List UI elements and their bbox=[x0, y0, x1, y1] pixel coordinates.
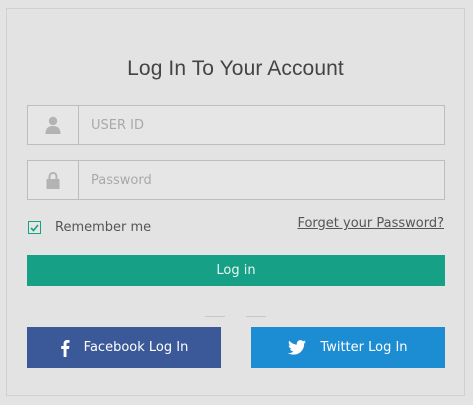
user-id-input[interactable] bbox=[79, 106, 444, 144]
user-icon bbox=[28, 106, 79, 144]
check-icon bbox=[30, 223, 39, 232]
login-button[interactable]: Log in bbox=[27, 255, 445, 286]
login-card: Log In To Your Account Remember me Forge… bbox=[6, 8, 465, 396]
facebook-login-label: Facebook Log In bbox=[83, 340, 189, 355]
facebook-login-button[interactable]: Facebook Log In bbox=[27, 327, 221, 368]
facebook-icon bbox=[60, 339, 70, 357]
remember-label: Remember me bbox=[55, 220, 152, 235]
lock-icon bbox=[28, 161, 79, 199]
remember-me: Remember me bbox=[28, 220, 151, 235]
page-title: Log In To Your Account bbox=[127, 57, 344, 80]
twitter-icon bbox=[288, 340, 307, 355]
password-field bbox=[27, 160, 445, 200]
user-id-field bbox=[27, 105, 445, 145]
twitter-login-button[interactable]: Twitter Log In bbox=[251, 327, 445, 368]
divider-left bbox=[205, 316, 225, 317]
remember-checkbox[interactable] bbox=[28, 221, 41, 234]
password-input[interactable] bbox=[79, 161, 444, 199]
twitter-login-label: Twitter Log In bbox=[320, 340, 408, 355]
forgot-password-link[interactable]: Forget your Password? bbox=[297, 216, 444, 231]
divider-right bbox=[246, 316, 266, 317]
